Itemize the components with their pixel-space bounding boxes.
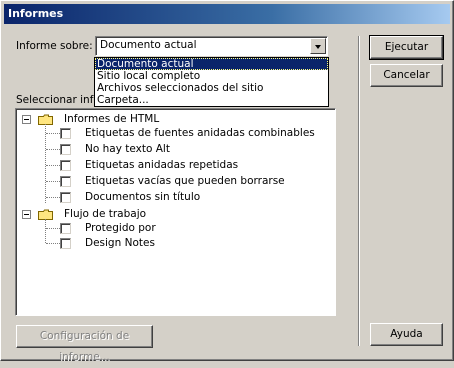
report-on-label: Informe sobre:	[16, 40, 93, 52]
report-on-value: Documento actual	[100, 39, 197, 51]
report-checkbox[interactable]	[60, 176, 71, 187]
report-checkbox[interactable]	[60, 144, 71, 155]
dropdown-option-selected-files[interactable]: Archivos seleccionados del sitio	[95, 82, 328, 94]
chevron-down-icon[interactable]	[310, 38, 326, 54]
tree-item-label: Documentos sin título	[85, 191, 201, 203]
collapse-icon[interactable]	[22, 115, 31, 124]
dropdown-option-entire-site[interactable]: Sitio local completo	[95, 70, 328, 82]
tree-item-label: Etiquetas vacías que pueden borrarse	[85, 175, 285, 187]
tree-connector	[46, 149, 60, 150]
tree-connector	[45, 219, 46, 243]
report-on-select[interactable]: Documento actual	[95, 36, 328, 56]
tree-connector	[46, 197, 60, 198]
report-checkbox[interactable]	[60, 223, 71, 234]
report-checkbox[interactable]	[60, 192, 71, 203]
dropdown-option-folder[interactable]: Carpeta...	[95, 94, 328, 106]
tree-item-label: Etiquetas anidadas repetidas	[85, 159, 239, 171]
tree-item-label: Design Notes	[85, 237, 155, 249]
tree-item-label: No hay texto Alt	[85, 143, 170, 155]
run-button[interactable]: Ejecutar	[369, 35, 444, 60]
report-checkbox[interactable]	[60, 128, 71, 139]
tree-connector	[45, 124, 46, 203]
select-reports-label: Seleccionar infor	[16, 94, 105, 106]
reports-tree: Informes de HTML Etiquetas de fuentes an…	[15, 108, 336, 316]
reports-dialog: Informes Informe sobre: Documento actual…	[0, 0, 454, 363]
dropdown-option-current-document[interactable]: Documento actual	[95, 58, 328, 70]
report-on-dropdown: Documento actual Sitio local completo Ar…	[94, 57, 329, 107]
tree-item-label: Protegido por	[85, 222, 156, 234]
dialog-title: Informes	[4, 4, 450, 24]
collapse-icon[interactable]	[22, 210, 31, 219]
tree-connector	[46, 243, 60, 244]
tree-connector	[46, 228, 60, 229]
report-settings-button[interactable]: Configuración de informe...	[16, 325, 153, 363]
tree-connector	[46, 133, 60, 134]
help-button[interactable]: Ayuda	[370, 323, 443, 346]
vertical-divider	[358, 36, 360, 346]
tree-connector	[46, 165, 60, 166]
tree-item-label: Etiquetas de fuentes anidadas combinable…	[85, 127, 315, 139]
cancel-button[interactable]: Cancelar	[370, 64, 443, 87]
report-checkbox[interactable]	[60, 238, 71, 249]
report-checkbox[interactable]	[60, 160, 71, 171]
tree-connector	[46, 181, 60, 182]
